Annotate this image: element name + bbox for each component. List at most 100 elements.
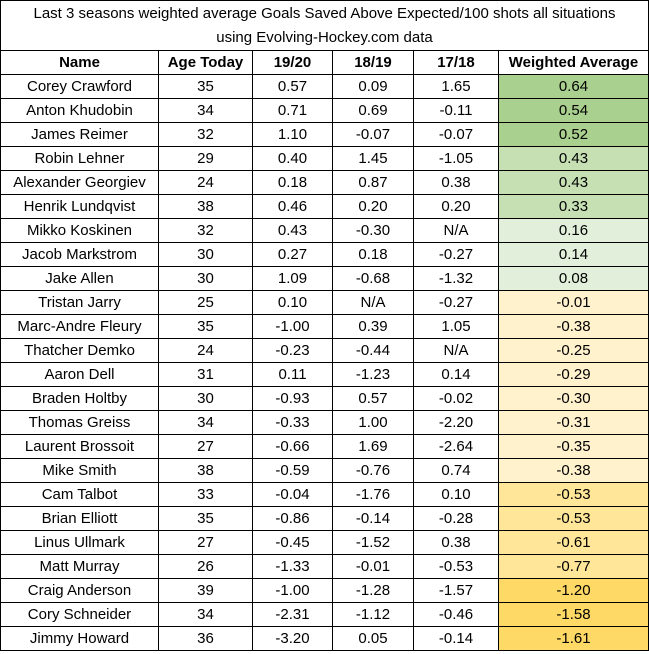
cell-17-18: N/A [413, 218, 499, 243]
table-row: Cam Talbot 33 -0.04 -1.76 0.10 -0.53 [0, 482, 649, 507]
table-row: Tristan Jarry 25 0.10 N/A -0.27 -0.01 [0, 290, 649, 315]
cell-name: Mike Smith [0, 458, 159, 483]
table-row: Robin Lehner 29 0.40 1.45 -1.05 0.43 [0, 146, 649, 171]
cell-name: Matt Murray [0, 554, 159, 579]
cell-age: 26 [158, 554, 253, 579]
cell-18-19: 0.20 [332, 194, 414, 219]
cell-19-20: -0.66 [252, 434, 333, 459]
cell-weighted-average: -0.35 [497, 434, 649, 459]
cell-name: Linus Ullmark [0, 530, 159, 555]
cell-19-20: 0.27 [252, 242, 333, 267]
cell-17-18: -0.53 [413, 554, 499, 579]
cell-weighted-average: -0.38 [497, 314, 649, 339]
cell-18-19: -1.76 [332, 482, 414, 507]
table-row: Cory Schneider 34 -2.31 -1.12 -0.46 -1.58 [0, 602, 649, 627]
cell-age: 29 [158, 146, 253, 171]
cell-age: 30 [158, 242, 253, 267]
header-age-today: Age Today [158, 50, 253, 75]
cell-name: Tristan Jarry [0, 290, 159, 315]
table-row: Mike Smith 38 -0.59 -0.76 0.74 -0.38 [0, 458, 649, 483]
cell-weighted-average: 0.52 [497, 122, 649, 147]
cell-age: 31 [158, 362, 253, 387]
cell-18-19: -0.14 [332, 506, 414, 531]
cell-19-20: -0.33 [252, 410, 333, 435]
cell-name: Craig Anderson [0, 578, 159, 603]
cell-name: Anton Khudobin [0, 98, 159, 123]
cell-weighted-average: 0.16 [497, 218, 649, 243]
table-row: Corey Crawford 35 0.57 0.09 1.65 0.64 [0, 74, 649, 99]
cell-17-18: -0.02 [413, 386, 499, 411]
cell-weighted-average: 0.33 [497, 194, 649, 219]
cell-age: 35 [158, 506, 253, 531]
cell-19-20: 1.09 [252, 266, 333, 291]
cell-19-20: -0.59 [252, 458, 333, 483]
table-row: Braden Holtby 30 -0.93 0.57 -0.02 -0.30 [0, 386, 649, 411]
table-row: Anton Khudobin 34 0.71 0.69 -0.11 0.54 [0, 98, 649, 123]
cell-19-20: -1.33 [252, 554, 333, 579]
cell-19-20: -1.00 [252, 314, 333, 339]
cell-weighted-average: 0.08 [497, 266, 649, 291]
cell-19-20: 0.10 [252, 290, 333, 315]
cell-19-20: -3.20 [252, 626, 333, 651]
cell-18-19: 0.87 [332, 170, 414, 195]
cell-weighted-average: -0.77 [497, 554, 649, 579]
cell-17-18: 0.38 [413, 530, 499, 555]
cell-18-19: -0.01 [332, 554, 414, 579]
cell-age: 24 [158, 338, 253, 363]
cell-age: 30 [158, 266, 253, 291]
title-line-1: Last 3 seasons weighted average Goals Sa… [33, 4, 616, 22]
cell-name: Thomas Greiss [0, 410, 159, 435]
cell-18-19: 1.69 [332, 434, 414, 459]
cell-weighted-average: -0.31 [497, 410, 649, 435]
cell-17-18: 1.65 [413, 74, 499, 99]
cell-19-20: 0.40 [252, 146, 333, 171]
cell-name: Corey Crawford [0, 74, 159, 99]
table-row: Marc-Andre Fleury 35 -1.00 0.39 1.05 -0.38 [0, 314, 649, 339]
table-row: Jake Allen 30 1.09 -0.68 -1.32 0.08 [0, 266, 649, 291]
cell-18-19: -1.28 [332, 578, 414, 603]
cell-name: Jacob Markstrom [0, 242, 159, 267]
cell-19-20: -1.00 [252, 578, 333, 603]
cell-age: 36 [158, 626, 253, 651]
cell-19-20: -0.45 [252, 530, 333, 555]
cell-weighted-average: -0.53 [497, 506, 649, 531]
cell-age: 35 [158, 74, 253, 99]
cell-weighted-average: 0.14 [497, 242, 649, 267]
table-row: Thatcher Demko 24 -0.23 -0.44 N/A -0.25 [0, 338, 649, 363]
goalie-stats-table: Last 3 seasons weighted average Goals Sa… [0, 0, 649, 651]
cell-weighted-average: -1.58 [497, 602, 649, 627]
cell-age: 32 [158, 122, 253, 147]
cell-17-18: -0.11 [413, 98, 499, 123]
cell-18-19: -1.12 [332, 602, 414, 627]
cell-18-19: 0.57 [332, 386, 414, 411]
cell-19-20: 0.57 [252, 74, 333, 99]
cell-name: Henrik Lundqvist [0, 194, 159, 219]
cell-17-18: -2.64 [413, 434, 499, 459]
table-row: Matt Murray 26 -1.33 -0.01 -0.53 -0.77 [0, 554, 649, 579]
cell-weighted-average: 0.43 [497, 170, 649, 195]
cell-19-20: 0.43 [252, 218, 333, 243]
cell-17-18: -0.46 [413, 602, 499, 627]
cell-name: Mikko Koskinen [0, 218, 159, 243]
cell-17-18: 0.20 [413, 194, 499, 219]
cell-weighted-average: -0.53 [497, 482, 649, 507]
cell-17-18: 0.74 [413, 458, 499, 483]
cell-age: 39 [158, 578, 253, 603]
cell-weighted-average: -1.20 [497, 578, 649, 603]
cell-age: 38 [158, 194, 253, 219]
header-season-18-19: 18/19 [332, 50, 414, 75]
cell-name: Alexander Georgiev [0, 170, 159, 195]
table-body: Corey Crawford 35 0.57 0.09 1.65 0.64 Anton Kh… [0, 74, 649, 651]
cell-name: Cory Schneider [0, 602, 159, 627]
cell-name: Jake Allen [0, 266, 159, 291]
cell-weighted-average: -0.25 [497, 338, 649, 363]
header-row: Name Age Today 19/20 18/19 17/18 Weighte… [0, 50, 649, 75]
cell-18-19: 0.18 [332, 242, 414, 267]
header-season-17-18: 17/18 [413, 50, 499, 75]
cell-18-19: 0.69 [332, 98, 414, 123]
cell-17-18: 0.38 [413, 170, 499, 195]
cell-18-19: 0.09 [332, 74, 414, 99]
cell-age: 27 [158, 434, 253, 459]
cell-17-18: -2.20 [413, 410, 499, 435]
table-title: Last 3 seasons weighted average Goals Sa… [0, 0, 649, 51]
